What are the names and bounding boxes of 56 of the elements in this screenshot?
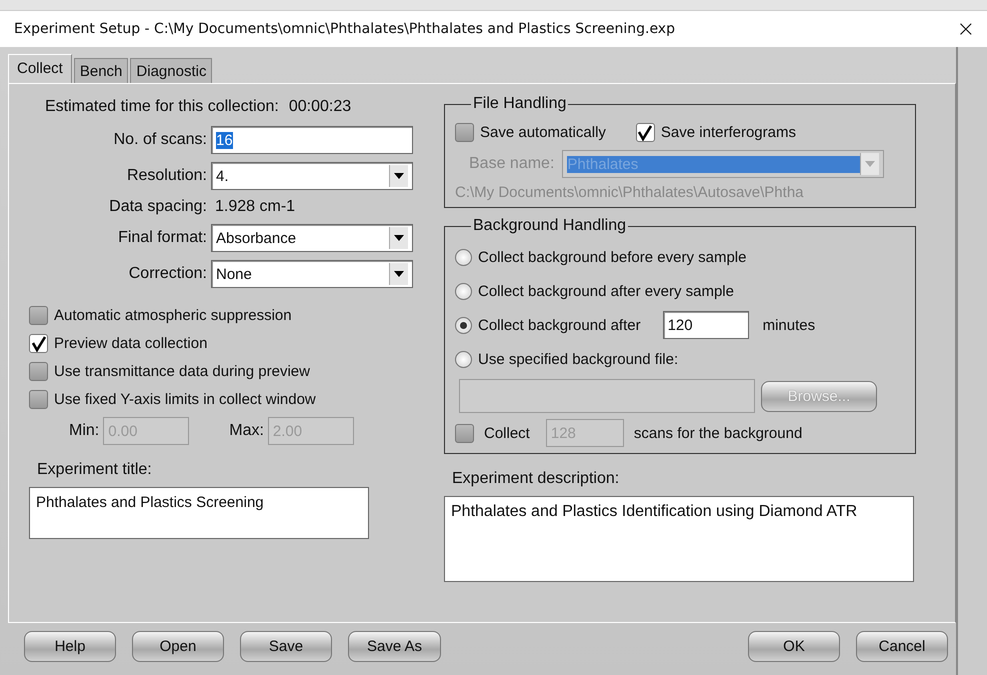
estimate-label: Estimated time for this collection:: [45, 98, 279, 116]
button[interactable]: Open: [132, 631, 224, 662]
button[interactable]: OK: [748, 631, 840, 662]
tab[interactable]: Diagnostic: [130, 58, 212, 83]
checkbox[interactable]: [29, 362, 48, 381]
field-label: Max:: [229, 422, 264, 440]
button[interactable]: Help: [24, 631, 116, 662]
checkbox[interactable]: [29, 334, 48, 353]
input-field[interactable]: 16: [211, 126, 413, 154]
field-label: scans for the background: [634, 424, 802, 442]
text-area[interactable]: Phthalates and Plastics Screening: [29, 487, 369, 539]
group-title: File Handling: [471, 95, 568, 113]
readout-value: 1.928 cm-1: [214, 198, 296, 216]
checkbox-label: Use fixed Y-axis limits in collect window: [54, 391, 316, 408]
field-label: Experiment description:: [451, 470, 620, 488]
close-button[interactable]: ×: [952, 16, 979, 42]
unit-label: minutes: [762, 316, 816, 334]
field-label: Final format:: [117, 229, 207, 247]
radio-button[interactable]: [455, 248, 472, 266]
text-area[interactable]: Phthalates and Plastics Identification using Diamond ATR: [444, 496, 914, 582]
checkbox-label: Automatic atmospheric suppression: [54, 307, 292, 324]
tab[interactable]: Bench: [74, 58, 128, 83]
checkbox-label: Save automatically: [480, 124, 606, 141]
field-label: Data spacing:: [108, 198, 207, 216]
file-path: C:\My Documents\omnic\Phthalates\Autosave\Phtha: [455, 184, 805, 201]
radio-button[interactable]: [455, 282, 472, 300]
checkbox-label: Use transmittance data during preview: [54, 363, 310, 380]
radio-label: Collect background after every sample: [478, 282, 734, 300]
button[interactable]: Save: [240, 631, 332, 662]
field-label: Correction:: [128, 265, 207, 283]
field-label: No. of scans:: [112, 131, 207, 149]
radio-label: Collect background after: [478, 316, 641, 334]
window-title: Experiment Setup - C:\My Documents\omnic\Phthalates\Phthalates and Plastics Screening.exp: [14, 21, 675, 37]
input-field[interactable]: 120: [662, 311, 749, 339]
dropdown[interactable]: 4.: [211, 162, 413, 190]
group-title: Background Handling: [471, 217, 628, 235]
estimate-value: 00:00:23: [288, 98, 352, 116]
button[interactable]: Save As: [348, 631, 442, 662]
checkbox[interactable]: [29, 306, 48, 325]
dropdown[interactable]: None: [211, 260, 413, 288]
button[interactable]: Cancel: [856, 631, 948, 662]
radio-button[interactable]: [455, 316, 472, 334]
checkbox-label: Save interferograms: [660, 124, 796, 141]
checkbox[interactable]: [455, 123, 474, 142]
field-label: Resolution:: [126, 167, 207, 185]
radio-label: Collect background before every sample: [478, 248, 746, 266]
dropdown[interactable]: Absorbance: [211, 224, 413, 252]
checkbox-label: Preview data collection: [54, 335, 208, 352]
radio-label: Use specified background file:: [478, 350, 678, 368]
field-label: Base name:: [469, 155, 554, 173]
checkbox[interactable]: [636, 123, 655, 142]
checkbox-label: Collect: [484, 424, 530, 442]
tab[interactable]: Collect: [8, 54, 72, 83]
field-label: Min:: [69, 422, 100, 440]
field-label: Experiment title:: [36, 461, 153, 479]
checkbox[interactable]: [29, 390, 48, 409]
